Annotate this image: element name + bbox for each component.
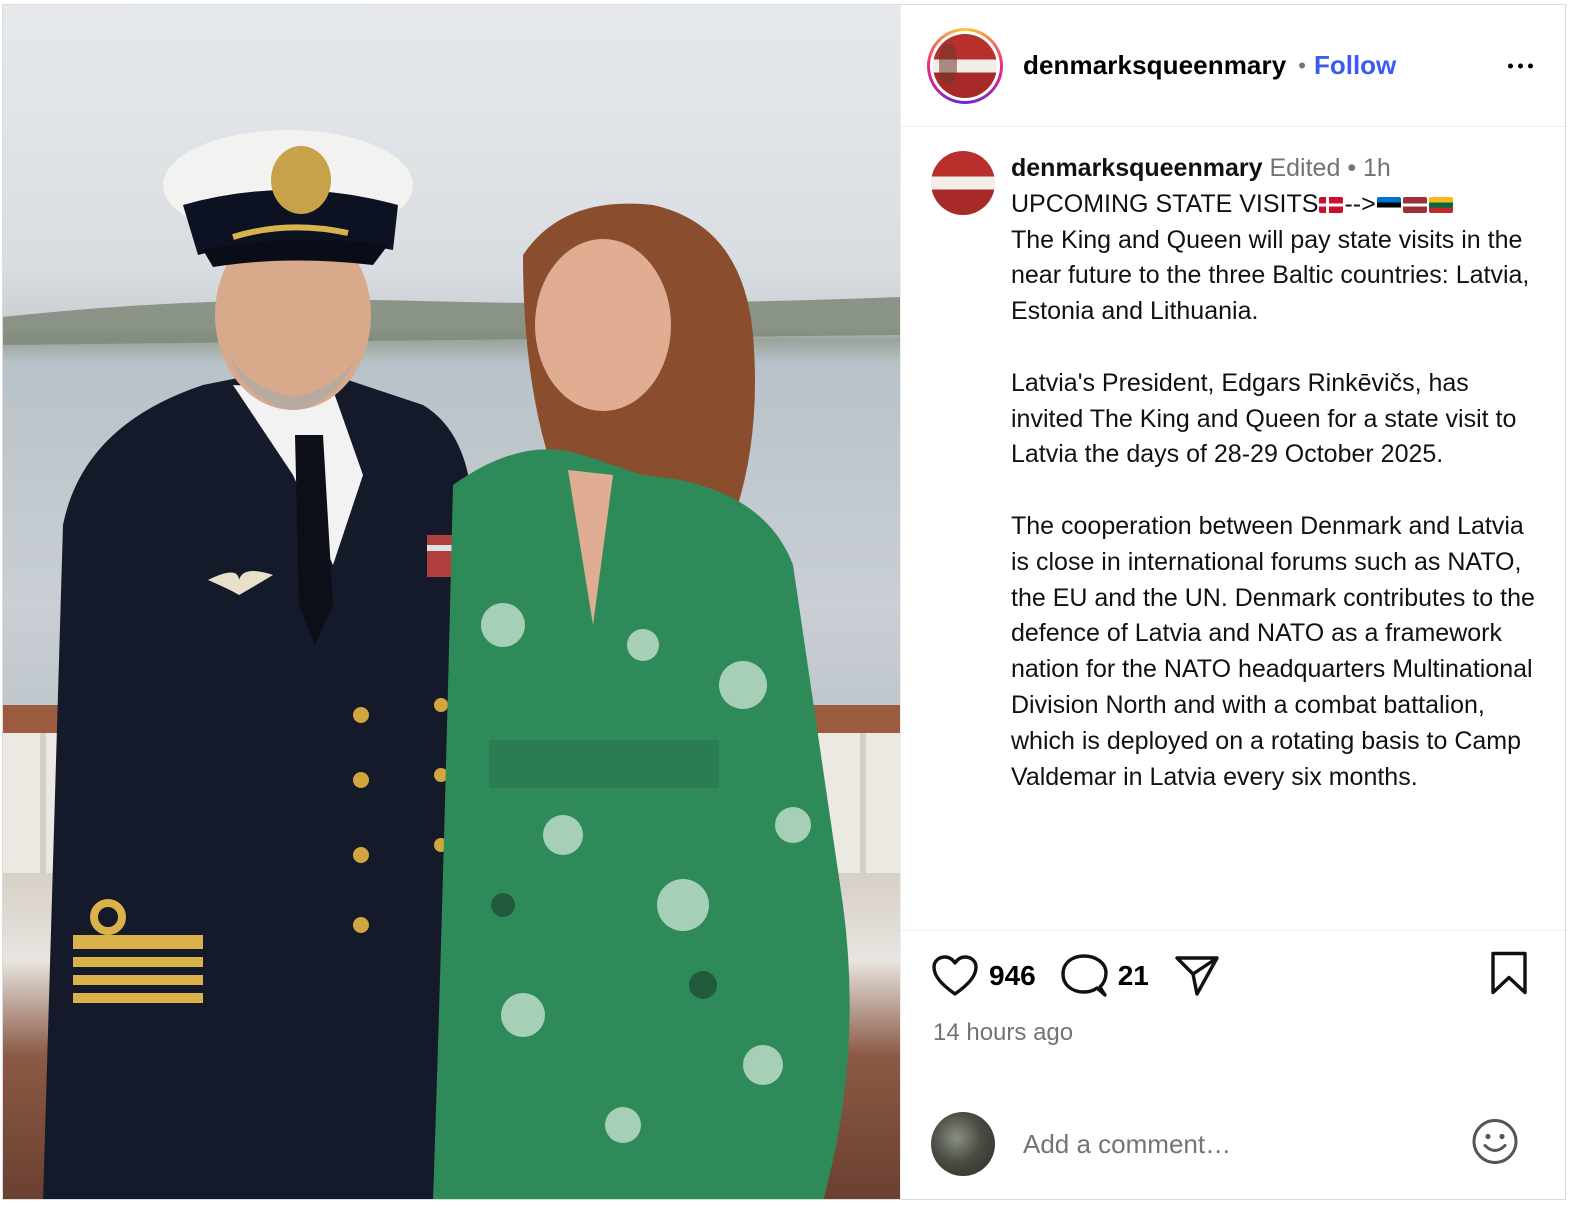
post-header: denmarksqueenmary • Follow bbox=[901, 5, 1565, 127]
caption-age[interactable]: 1h bbox=[1363, 154, 1391, 182]
lithuania-flag-icon bbox=[1428, 196, 1453, 213]
viewer-avatar bbox=[931, 1112, 995, 1176]
author-username[interactable]: denmarksqueenmary bbox=[1023, 50, 1286, 81]
like-count[interactable]: 946 bbox=[989, 960, 1036, 992]
caption-paragraph: The cooperation between Denmark and Latv… bbox=[1011, 511, 1535, 791]
more-options-button[interactable] bbox=[1502, 57, 1539, 74]
like-button[interactable]: 946 bbox=[931, 954, 1060, 998]
caption-edited-label: Edited bbox=[1269, 154, 1341, 182]
share-icon bbox=[1175, 956, 1219, 996]
post-dialog: denmarksqueenmary • Follow denmarksqueen… bbox=[2, 4, 1566, 1200]
caption-username[interactable]: denmarksqueenmary bbox=[1011, 154, 1263, 182]
estonia-flag-icon bbox=[1376, 196, 1401, 213]
emoji-icon bbox=[1472, 1119, 1518, 1164]
emoji-button[interactable] bbox=[1471, 1118, 1519, 1171]
caption-title-line: UPCOMING STATE VISITS --> bbox=[1011, 187, 1535, 223]
header-separator: • bbox=[1298, 52, 1306, 78]
post-side-panel: denmarksqueenmary • Follow denmarksqueen… bbox=[900, 5, 1565, 1199]
caption-title: UPCOMING STATE VISITS bbox=[1011, 189, 1319, 218]
save-button[interactable] bbox=[1489, 951, 1529, 1002]
caption-paragraph: The King and Queen will pay state visits… bbox=[1011, 225, 1530, 326]
more-icon-dot bbox=[1518, 63, 1523, 68]
post-caption: denmarksqueenmary Edited • 1h UPCOMING S… bbox=[901, 127, 1565, 931]
caption-arrow: --> bbox=[1344, 189, 1376, 218]
comment-input[interactable] bbox=[1021, 1127, 1445, 1161]
share-button[interactable] bbox=[1173, 954, 1221, 998]
follow-button[interactable]: Follow bbox=[1314, 50, 1396, 81]
caption-paragraph: Latvia's President, Edgars Rinkēvičs, ha… bbox=[1011, 368, 1517, 469]
heart-icon bbox=[932, 955, 978, 996]
more-icon-dot bbox=[1528, 63, 1533, 68]
caption-body: denmarksqueenmary Edited • 1h UPCOMING S… bbox=[1011, 151, 1535, 795]
add-comment-bar bbox=[901, 1089, 1565, 1199]
bookmark-icon bbox=[1491, 951, 1527, 995]
comment-count[interactable]: 21 bbox=[1118, 960, 1149, 992]
more-icon-dot bbox=[1508, 63, 1513, 68]
author-avatar bbox=[933, 33, 997, 98]
caption-author-avatar[interactable] bbox=[931, 151, 995, 215]
comment-button[interactable]: 21 bbox=[1060, 953, 1173, 999]
caption-header: denmarksqueenmary Edited • 1h bbox=[1011, 151, 1535, 187]
caption-separator: • bbox=[1347, 154, 1364, 182]
post-timestamp[interactable]: 14 hours ago bbox=[901, 1019, 1565, 1047]
denmark-flag-icon bbox=[1319, 196, 1344, 213]
post-photo[interactable] bbox=[3, 5, 900, 1199]
photo-illustration bbox=[3, 130, 900, 1199]
author-avatar-story-ring[interactable] bbox=[927, 27, 1003, 104]
latvia-flag-icon bbox=[1402, 196, 1427, 213]
comment-icon bbox=[1061, 954, 1108, 997]
post-actions-bar: 946 21 bbox=[901, 931, 1565, 1021]
